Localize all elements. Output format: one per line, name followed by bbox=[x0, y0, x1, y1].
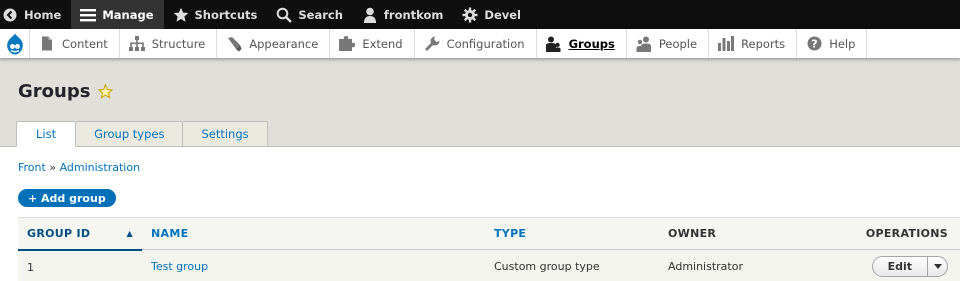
toolbar-shortcuts[interactable]: Shortcuts bbox=[164, 0, 268, 29]
tray-item-label: Groups bbox=[568, 36, 615, 51]
tray-item-help[interactable]: ? Help bbox=[797, 29, 868, 58]
tray-item-label: Help bbox=[829, 36, 856, 51]
cell-name: Test group bbox=[142, 250, 485, 281]
groups-icon bbox=[545, 36, 562, 52]
wrench-icon bbox=[424, 36, 440, 52]
cell-operations: Edit bbox=[849, 250, 960, 281]
group-name-link[interactable]: Test group bbox=[151, 260, 208, 273]
primary-tabs: List Group types Settings bbox=[16, 121, 268, 147]
toolbar-user[interactable]: frontkom bbox=[353, 0, 453, 29]
toolbar-search-label: Search bbox=[298, 7, 343, 22]
bar-chart-icon bbox=[718, 36, 735, 52]
toolbar-home-label: Home bbox=[24, 7, 62, 22]
breadcrumb-administration[interactable]: Administration bbox=[60, 161, 141, 174]
tray-item-label: People bbox=[658, 36, 698, 51]
tray-item-label: Structure bbox=[151, 36, 206, 51]
column-header-label: GROUP ID bbox=[27, 226, 91, 240]
file-icon bbox=[39, 36, 55, 52]
tray-item-content[interactable]: Content bbox=[30, 29, 120, 58]
shortcut-star-icon[interactable] bbox=[98, 84, 114, 99]
column-type[interactable]: TYPE bbox=[485, 218, 659, 250]
toolbar-manage-label: Manage bbox=[102, 7, 154, 22]
tray-item-extend[interactable]: Extend bbox=[330, 29, 415, 58]
tray-item-label: Appearance bbox=[249, 36, 319, 51]
tray-item-structure[interactable]: Structure bbox=[120, 29, 218, 58]
toolbar-user-label: frontkom bbox=[383, 7, 444, 22]
table-row: 1 Test group Custom group type Administr… bbox=[18, 249, 960, 281]
dropbutton-toggle[interactable] bbox=[927, 257, 947, 277]
star-icon bbox=[173, 7, 189, 23]
tab-list[interactable]: List bbox=[16, 121, 77, 147]
toolbar-devel-label: Devel bbox=[484, 7, 521, 22]
groups-table: GROUP ID ▲ NAME TYPE OWNER OPERATIONS 1 … bbox=[18, 217, 960, 281]
operations-dropbutton: Edit bbox=[871, 256, 948, 278]
tray-item-people[interactable]: People bbox=[627, 29, 710, 58]
column-name[interactable]: NAME bbox=[142, 218, 485, 250]
chevron-left-icon bbox=[2, 7, 18, 23]
gear-icon bbox=[462, 7, 478, 23]
page-title-text: Groups bbox=[18, 81, 91, 102]
tray-item-appearance[interactable]: Appearance bbox=[217, 29, 331, 58]
tray-item-label: Reports bbox=[741, 36, 786, 51]
toolbar-tray: Content Structure Appearance Extend Conf… bbox=[0, 29, 960, 59]
cell-owner: Administrator bbox=[668, 260, 743, 274]
column-operations: OPERATIONS bbox=[865, 227, 948, 240]
toolbar-manage[interactable]: Manage bbox=[71, 0, 164, 29]
sort-ascending-icon: ▲ bbox=[126, 228, 133, 238]
breadcrumb-separator: » bbox=[45, 161, 60, 174]
toolbar-shortcuts-label: Shortcuts bbox=[194, 7, 258, 22]
help-icon: ? bbox=[806, 36, 822, 52]
column-owner: OWNER bbox=[668, 227, 717, 240]
tray-item-reports[interactable]: Reports bbox=[709, 29, 798, 58]
search-icon bbox=[276, 7, 293, 23]
breadcrumb: Front » Administration bbox=[18, 161, 140, 174]
tray-item-label: Content bbox=[62, 36, 108, 51]
toolbar-search[interactable]: Search bbox=[267, 0, 353, 29]
tab-group-types[interactable]: Group types bbox=[76, 121, 184, 147]
toolbar-home[interactable]: Home bbox=[0, 0, 71, 29]
cell-group-id: 1 bbox=[27, 260, 34, 274]
edit-button[interactable]: Edit bbox=[873, 257, 927, 276]
chevron-down-icon bbox=[933, 264, 942, 270]
tray-item-label: Configuration bbox=[446, 36, 525, 51]
breadcrumb-front[interactable]: Front bbox=[18, 161, 46, 174]
tab-settings[interactable]: Settings bbox=[183, 121, 268, 147]
user-icon bbox=[362, 7, 378, 23]
column-group-id[interactable]: GROUP ID ▲ bbox=[18, 217, 142, 251]
brush-icon bbox=[226, 36, 242, 52]
tray-item-label: Extend bbox=[362, 36, 403, 51]
people-icon bbox=[636, 36, 652, 52]
add-group-button[interactable]: + Add group bbox=[18, 189, 116, 207]
cell-type: Custom group type bbox=[494, 260, 600, 274]
table-header-row: GROUP ID ▲ NAME TYPE OWNER OPERATIONS bbox=[18, 217, 960, 251]
menu-icon bbox=[80, 7, 97, 23]
tray-item-groups[interactable]: Groups bbox=[537, 29, 627, 58]
tray-item-configuration[interactable]: Configuration bbox=[415, 29, 537, 58]
puzzle-icon bbox=[339, 36, 356, 52]
admin-toolbar: Home Manage Shortcuts Search frontkom De… bbox=[0, 0, 960, 29]
page-title: Groups bbox=[18, 81, 114, 102]
svg-text:?: ? bbox=[811, 38, 817, 51]
drupal-logo-icon[interactable] bbox=[0, 29, 30, 58]
page-header: Groups List Group types Settings bbox=[0, 59, 960, 147]
sitemap-icon bbox=[128, 36, 145, 52]
toolbar-devel[interactable]: Devel bbox=[453, 0, 531, 29]
